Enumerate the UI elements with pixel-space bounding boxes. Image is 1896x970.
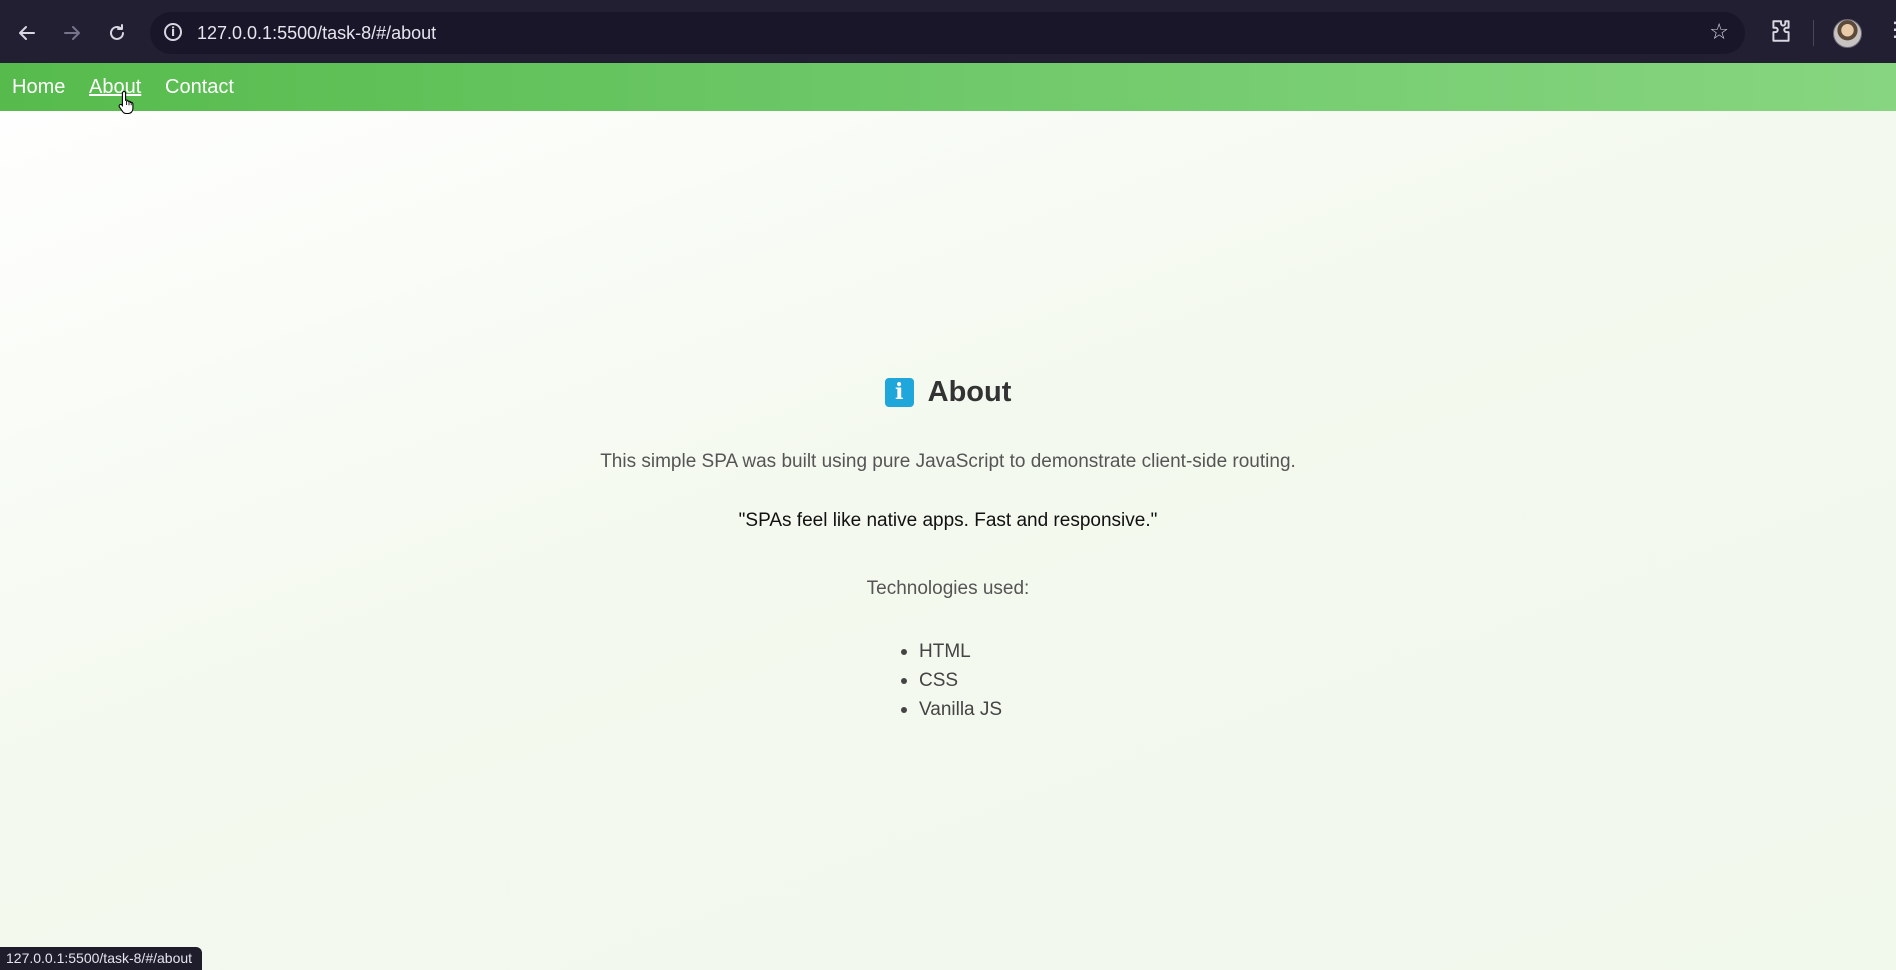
extensions-puzzle-icon[interactable] [1768,18,1794,44]
about-quote: "SPAs feel like native apps. Fast and re… [738,510,1158,531]
bookmark-star-icon[interactable]: ☆ [1709,21,1729,43]
about-description: This simple SPA was built using pure Jav… [600,451,1296,472]
about-heading: i About [0,375,1896,409]
list-item: CSS [900,666,1002,695]
toolbar-divider [1813,20,1814,46]
reload-icon[interactable] [100,16,134,50]
technologies-label: Technologies used: [866,578,1030,599]
page-viewport: Home About Contact i About This simple S… [0,63,1896,970]
link-status-bubble: 127.0.0.1:5500/task-8/#/about [0,947,203,970]
site-navbar: Home About Contact [0,63,1896,114]
address-bar-url[interactable]: 127.0.0.1:5500/task-8/#/about [197,23,436,43]
technologies-list: HTML CSS Vanilla JS [900,637,1002,724]
nav-link-home[interactable]: Home [12,76,65,98]
nav-link-contact[interactable]: Contact [165,76,234,98]
profile-avatar[interactable] [1833,19,1862,48]
hand-pointer-cursor-icon [118,90,134,114]
site-info-icon[interactable]: i [164,23,182,41]
browser-toolbar: i 127.0.0.1:5500/task-8/#/about ☆ ⋮ [0,0,1896,63]
list-item: Vanilla JS [900,695,1002,724]
forward-arrow-icon[interactable] [55,16,89,50]
more-menu-icon[interactable]: ⋮ [1885,20,1896,40]
address-bar[interactable]: i 127.0.0.1:5500/task-8/#/about ☆ [150,12,1745,54]
back-arrow-icon[interactable] [10,16,44,50]
info-icon: i [884,377,914,407]
list-item: HTML [900,637,1002,666]
page-title: About [927,376,1012,408]
